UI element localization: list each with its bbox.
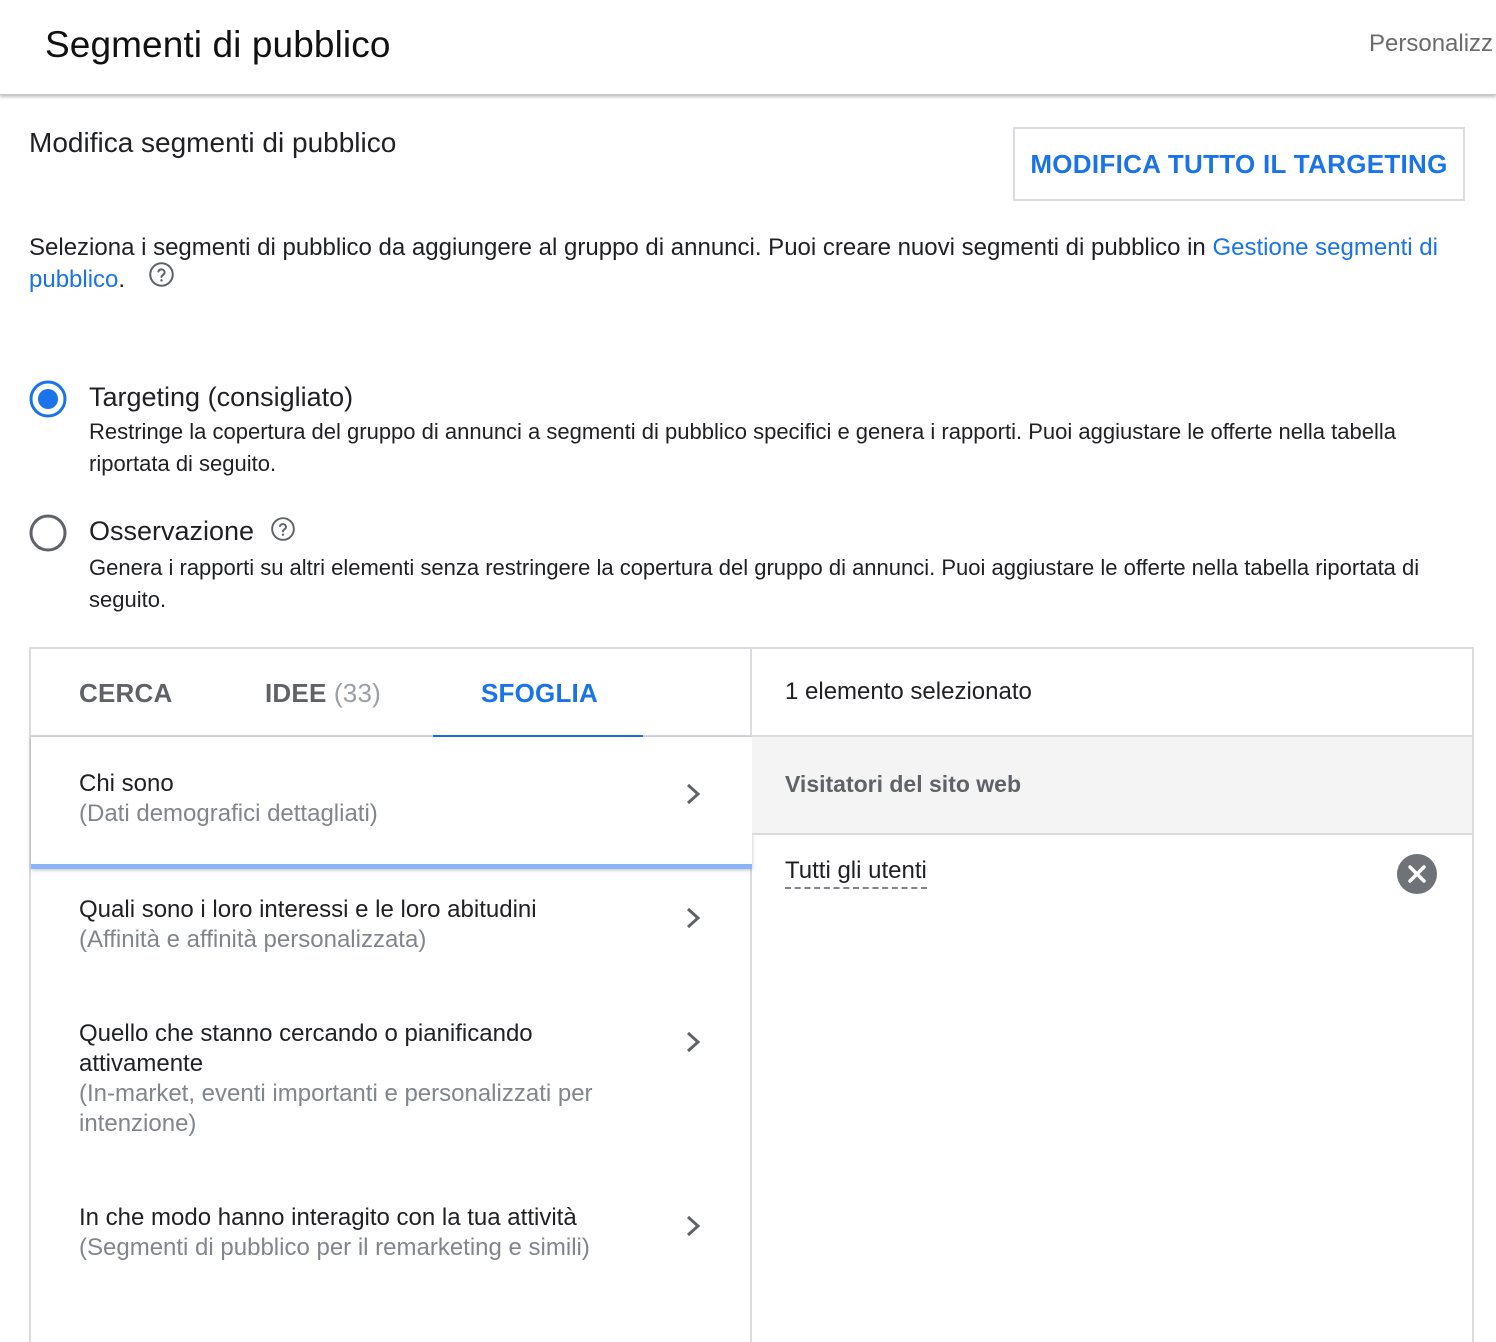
radio-observation-text: Osservazione [89, 516, 255, 546]
page-title: Segmenti di pubblico [45, 24, 391, 65]
radio-selected-icon[interactable] [29, 380, 67, 418]
tab-bar: CERCA IDEE (33) SFOGLIA [31, 649, 752, 739]
description-period: . [118, 265, 126, 293]
selection-header: 1 elemento selezionato [752, 649, 1472, 737]
browse-item-subtitle: (Dati demografici dettagliati) [79, 800, 378, 827]
browse-item-subtitle: (In-market, eventi importanti e personal… [79, 1080, 593, 1137]
radio-observation[interactable]: Osservazione Genera i rapporti su altri … [29, 514, 1469, 614]
audience-picker-panel: CERCA IDEE (33) SFOGLIA Chi sono (Dati d… [29, 647, 1474, 1342]
chevron-right-icon [683, 779, 705, 809]
chevron-right-icon [683, 903, 705, 933]
browse-pane: CERCA IDEE (33) SFOGLIA Chi sono (Dati d… [31, 649, 752, 1342]
selection-group-header: Visitatori del sito web [752, 737, 1472, 835]
radio-targeting-description: Restringe la copertura del gruppo di ann… [89, 419, 1396, 476]
description-text: Seleziona i segmenti di pubblico da aggi… [29, 234, 1213, 261]
radio-unselected-icon[interactable] [29, 514, 67, 552]
section-title: Modifica segmenti di pubblico [29, 127, 397, 158]
chevron-right-icon [683, 1211, 705, 1241]
browse-item-title: Quali sono i loro interessi e le loro ab… [79, 896, 537, 923]
browse-item-who[interactable]: Chi sono (Dati demografici dettagliati) [31, 737, 752, 869]
browse-item-title: Chi sono [79, 770, 174, 797]
radio-targeting-label: Targeting (consigliato) [89, 382, 354, 412]
selection-count: 1 elemento selezionato [785, 678, 1032, 705]
selection-group-label: Visitatori del sito web [785, 771, 1022, 797]
edit-all-targeting-button[interactable]: MODIFICA TUTTO IL TARGETING [1013, 127, 1465, 201]
radio-observation-description: Genera i rapporti su altri elementi senz… [89, 555, 1420, 612]
help-icon[interactable] [270, 516, 296, 549]
help-icon[interactable] [148, 261, 175, 296]
tab-idee[interactable]: IDEE (33) [221, 649, 431, 737]
browse-item-title: In che modo hanno interagito con la tua … [79, 1204, 577, 1231]
description: Seleziona i segmenti di pubblico da aggi… [29, 233, 1449, 298]
tab-sfoglia[interactable]: SFOGLIA [433, 649, 643, 739]
browse-item-title: Quello che stanno cercando o pianificand… [79, 1020, 533, 1077]
chevron-right-icon [683, 1027, 705, 1057]
app-header: Segmenti di pubblico Personalizz [0, 0, 1496, 95]
radio-targeting[interactable]: Targeting (consigliato) Restringe la cop… [29, 380, 1469, 480]
browse-item-remarketing[interactable]: In che modo hanno interagito con la tua … [31, 1179, 752, 1303]
browse-item-subtitle: (Affinità e affinità personalizzata) [79, 926, 427, 953]
remove-icon[interactable] [1396, 853, 1438, 895]
selection-pane: 1 elemento selezionato Visitatori del si… [752, 649, 1472, 1342]
tab-idee-label: IDEE [265, 678, 327, 708]
personalize-link[interactable]: Personalizz [1369, 30, 1493, 58]
browse-item-interests[interactable]: Quali sono i loro interessi e le loro ab… [31, 871, 752, 995]
tab-cerca[interactable]: CERCA [31, 649, 211, 737]
radio-observation-label: Osservazione [89, 516, 296, 549]
browse-item-in-market[interactable]: Quello che stanno cercando o pianificand… [31, 995, 752, 1179]
browse-item-subtitle: (Segmenti di pubblico per il remarketing… [79, 1234, 590, 1261]
tab-idee-count: (33) [333, 678, 381, 708]
selected-audience-item[interactable]: Tutti gli utenti [785, 857, 927, 889]
